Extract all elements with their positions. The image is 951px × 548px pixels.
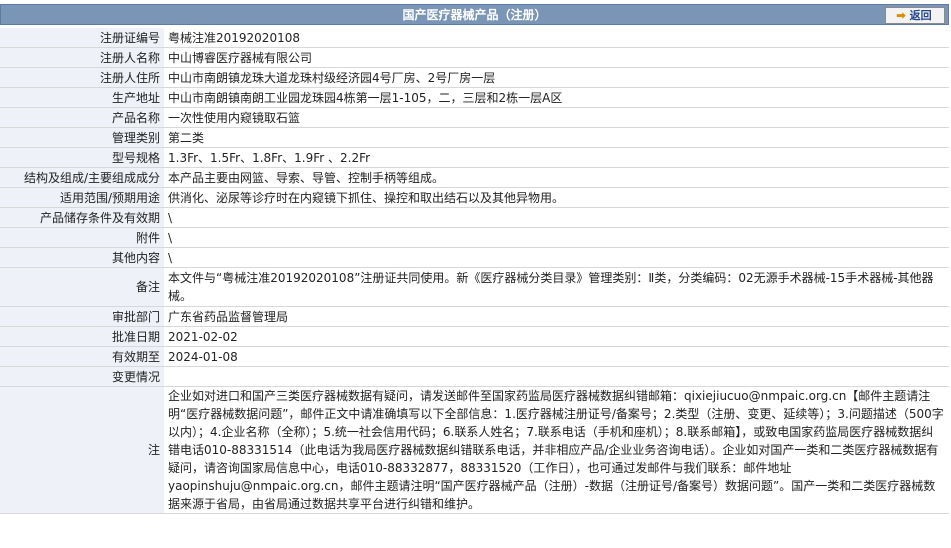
table-row: 备注 本文件与“粤械注准20192020108”注册证共同使用。新《医疗器械分类… [0,267,949,307]
field-value: 本产品主要由网篮、导索、导管、控制手柄等组成。 [164,167,949,188]
field-label: 附件 [0,227,164,248]
note-label: 注 [0,386,164,514]
field-value: \ [164,207,949,228]
page: 国产医疗器械产品（注册） ➡ 返回 注册证编号 粤械注准20192020108 注… [0,0,951,548]
table-row: 产品名称 一次性使用内窥镜取石篮 [0,107,949,128]
field-label: 产品名称 [0,107,164,128]
table-row: 结构及组成/主要组成成分 本产品主要由网篮、导索、导管、控制手柄等组成。 [0,167,949,188]
table-row: 有效期至 2024-01-08 [0,346,949,367]
table-row: 产品储存条件及有效期 \ [0,207,949,228]
back-button-label: 返回 [909,10,932,22]
field-label: 结构及组成/主要组成成分 [0,167,164,188]
field-label: 生产地址 [0,87,164,108]
detail-table: 注册证编号 粤械注准20192020108 注册人名称 中山博睿医疗器械有限公司… [0,28,949,514]
field-value: 供消化、泌尿等诊疗时在内窥镜下抓住、操控和取出结石以及其他异物用。 [164,187,949,208]
table-row: 批准日期 2021-02-02 [0,326,949,347]
remark-value: 本文件与“粤械注准20192020108”注册证共同使用。新《医疗器械分类目录》… [164,267,949,307]
field-label: 注册证编号 [0,28,164,48]
field-label: 审批部门 [0,306,164,327]
table-row: 注册证编号 粤械注准20192020108 [0,28,949,48]
field-label: 有效期至 [0,346,164,367]
table-row: 注册人住所 中山市南朗镇龙珠大道龙珠村级经济园4号厂房、2号厂房一层 [0,67,949,88]
back-button[interactable]: ➡ 返回 [885,7,945,24]
table-row: 型号规格 1.3Fr、1.5Fr、1.8Fr、1.9Fr 、2.2Fr [0,147,949,168]
field-label: 型号规格 [0,147,164,168]
table-row: 适用范围/预期用途 供消化、泌尿等诊疗时在内窥镜下抓住、操控和取出结石以及其他异… [0,187,949,208]
table-row: 注 企业如对进口和国产三类医疗器械数据有疑问，请发送邮件至国家药监局医疗器械数据… [0,386,949,514]
field-value: 中山市南朗镇南朗工业园龙珠园4栋第一层1-105，二，三层和2栋一层A区 [164,87,949,108]
field-value: \ [164,227,949,248]
table-row: 注册人名称 中山博睿医疗器械有限公司 [0,47,949,68]
field-value: 第二类 [164,127,949,148]
field-value: 中山博睿医疗器械有限公司 [164,47,949,68]
back-arrow-icon: ➡ [896,10,906,22]
field-value: 广东省药品监督管理局 [164,306,949,327]
field-value: 2021-02-02 [164,326,949,347]
table-row: 管理类别 第二类 [0,127,949,148]
table-row: 生产地址 中山市南朗镇南朗工业园龙珠园4栋第一层1-105，二，三层和2栋一层A… [0,87,949,108]
note-value: 企业如对进口和国产三类医疗器械数据有疑问，请发送邮件至国家药监局医疗器械数据纠错… [164,386,949,514]
table-row: 附件 \ [0,227,949,248]
field-label: 其他内容 [0,247,164,268]
field-value: 2024-01-08 [164,346,949,367]
field-label: 变更情况 [0,366,164,387]
field-label: 批准日期 [0,326,164,347]
field-label: 产品储存条件及有效期 [0,207,164,228]
table-row: 其他内容 \ [0,247,949,268]
table-row: 变更情况 [0,366,949,387]
field-label: 管理类别 [0,127,164,148]
page-title: 国产医疗器械产品（注册） [402,8,547,22]
table-row: 审批部门 广东省药品监督管理局 [0,306,949,327]
field-value: 1.3Fr、1.5Fr、1.8Fr、1.9Fr 、2.2Fr [164,147,949,168]
remark-label: 备注 [0,267,164,307]
field-value: 中山市南朗镇龙珠大道龙珠村级经济园4号厂房、2号厂房一层 [164,67,949,88]
field-label: 注册人住所 [0,67,164,88]
field-value: 一次性使用内窥镜取石篮 [164,107,949,128]
field-value: \ [164,247,949,268]
title-bar: 国产医疗器械产品（注册） ➡ 返回 [0,4,949,25]
field-value [164,366,949,387]
field-label: 适用范围/预期用途 [0,187,164,208]
field-value: 粤械注准20192020108 [164,28,949,48]
field-label: 注册人名称 [0,47,164,68]
